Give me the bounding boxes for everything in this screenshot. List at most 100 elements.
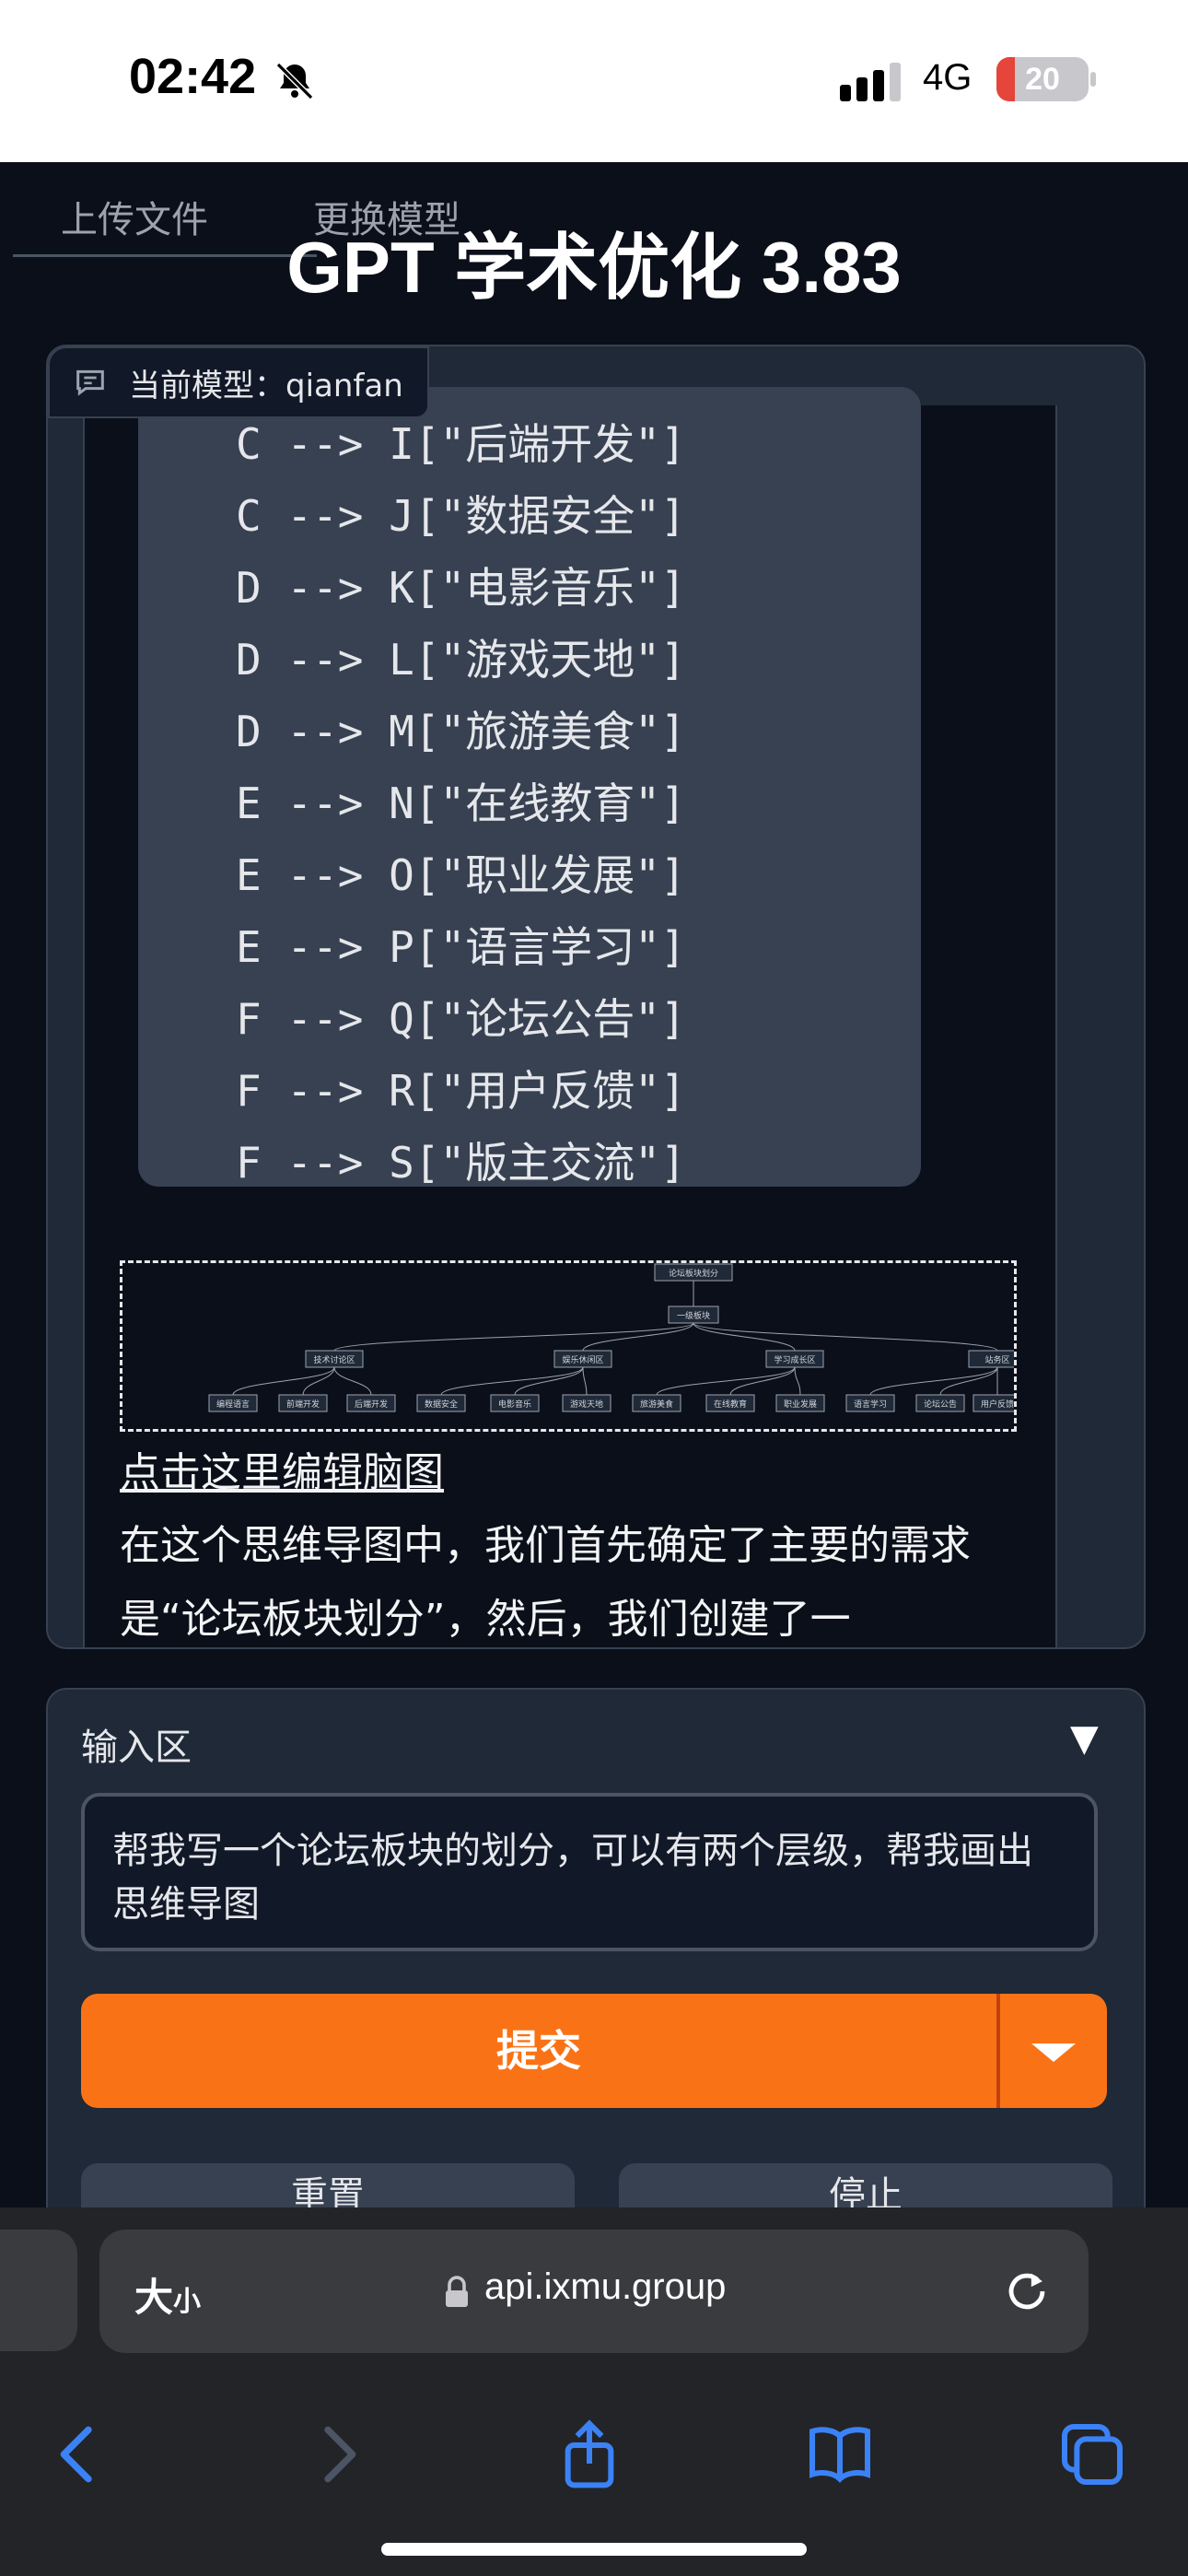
message-paragraph: 在这个思维导图中，我们首先确定了主要的需求是“论坛板块划分”，然后，我们创建了一 xyxy=(120,1522,971,1643)
submit-dropdown[interactable] xyxy=(1000,1994,1107,2108)
svg-text:前端开发: 前端开发 xyxy=(286,1399,320,1410)
svg-text:学习成长区: 学习成长区 xyxy=(774,1354,815,1365)
svg-text:编程语言: 编程语言 xyxy=(216,1399,250,1410)
edit-mindmap-link[interactable]: 点击这里编辑脑图 xyxy=(120,1439,444,1498)
mindmap-link xyxy=(693,1322,796,1352)
app-main: 上传文件 更换模型 GPT 学术优化 3.83 当前模型：qianfan C -… xyxy=(0,162,1188,2244)
chevron-down-icon xyxy=(1031,2043,1076,2062)
text-size-small: 小 xyxy=(173,2286,202,2318)
bell-slash-icon xyxy=(275,62,314,100)
mindmap-graph: 论坛板块划分一级板块技术讨论区 娱乐休闲区 学习成长区 站务区编程语言 前端开发 后端开发… xyxy=(208,1263,1027,1412)
mindmap-leaf-node: 用户反馈 xyxy=(973,1394,1022,1412)
mindmap-group-node: 站务区 xyxy=(968,1350,1027,1368)
home-indicator xyxy=(381,2543,807,2556)
code-line: E --> N["在线教育"] xyxy=(236,779,686,828)
mindmap-level1-node: 一级板块 xyxy=(668,1306,719,1324)
svg-text:职业发展: 职业发展 xyxy=(784,1399,817,1410)
browser-nav xyxy=(0,2418,1188,2500)
network-type: 4G xyxy=(923,57,973,98)
mindmap-link xyxy=(582,1322,694,1352)
svg-text:旅游美食: 旅游美食 xyxy=(640,1399,673,1410)
submit-label: 提交 xyxy=(496,2026,581,2076)
code-line: D --> K["电影音乐"] xyxy=(236,563,686,613)
mindmap-leaf-node: 后端开发 xyxy=(346,1394,396,1412)
bot-message: C --> I["后端开发"] C --> J["数据安全"] D --> K["电… xyxy=(83,387,1057,1647)
mindmap-link xyxy=(333,1366,372,1396)
text-size-button[interactable]: 大小 xyxy=(134,2266,201,2323)
code-line: D --> L["游戏天地"] xyxy=(236,635,686,685)
bookmarks-icon[interactable] xyxy=(803,2418,877,2491)
svg-text:电影音乐: 电影音乐 xyxy=(498,1399,531,1410)
mindmap-leaf-node: 前端开发 xyxy=(278,1394,328,1412)
chat-panel[interactable]: 当前模型：qianfan C --> I["后端开发"] C --> J["数据安… xyxy=(46,345,1146,1649)
forward-icon[interactable] xyxy=(300,2418,374,2491)
battery-icon: 20 xyxy=(996,57,1089,101)
mindmap-leaf-node: 编程语言 xyxy=(208,1394,258,1412)
svg-text:一级板块: 一级板块 xyxy=(677,1310,710,1321)
chat-bubble-icon xyxy=(76,369,104,396)
mindmap-link xyxy=(869,1366,998,1396)
prompt-input[interactable]: 帮我写一个论坛板块的划分，可以有两个层级，帮我画出思维导图 xyxy=(81,1793,1098,1951)
code-block: C --> I["后端开发"] C --> J["数据安全"] D --> K["电… xyxy=(138,387,921,1188)
mindmap-link xyxy=(794,1366,801,1396)
mindmap-leaf-node: 旅游美食 xyxy=(632,1394,681,1412)
svg-text:语言学习: 语言学习 xyxy=(854,1399,887,1410)
mindmap-group-node: 娱乐休闲区 xyxy=(553,1350,612,1368)
mindmap-link xyxy=(729,1366,796,1396)
tabs-icon[interactable] xyxy=(1055,2418,1129,2491)
mindmap-link xyxy=(693,1322,998,1352)
mindmap-leaf-node: 在线教育 xyxy=(705,1394,755,1412)
battery-level: 20 xyxy=(1025,62,1060,97)
text-size-large: 大 xyxy=(134,2275,174,2320)
svg-text:技术讨论区: 技术讨论区 xyxy=(313,1354,355,1365)
svg-text:论坛板块划分: 论坛板块划分 xyxy=(669,1268,718,1279)
svg-text:论坛公告: 论坛公告 xyxy=(924,1399,957,1410)
mindmap-link xyxy=(302,1366,335,1396)
reload-icon[interactable] xyxy=(1000,2265,1054,2318)
status-time: 02:42 xyxy=(129,49,257,104)
mindmap-link xyxy=(514,1366,584,1396)
svg-text:游戏天地: 游戏天地 xyxy=(570,1399,603,1410)
code-line: E --> P["语言学习"] xyxy=(236,922,686,972)
browser-toolbar: 大小 api.ixmu.group xyxy=(0,2207,1188,2576)
address-bar[interactable]: 大小 api.ixmu.group xyxy=(99,2230,1089,2353)
submit-button[interactable]: 提交 xyxy=(81,1994,1107,2108)
collapse-toggle[interactable]: ▼ xyxy=(1070,1717,1099,1760)
mindmap-link xyxy=(656,1366,796,1396)
mindmap-leaf-node: 职业发展 xyxy=(775,1394,825,1412)
mindmap-link xyxy=(440,1366,584,1396)
page-title: GPT 学术优化 3.83 xyxy=(286,227,902,308)
svg-text:在线教育: 在线教育 xyxy=(714,1399,747,1410)
mindmap-leaf-node: 电影音乐 xyxy=(490,1394,540,1412)
svg-text:数据安全: 数据安全 xyxy=(425,1399,458,1410)
code-line: C --> I["后端开发"] xyxy=(236,419,686,469)
model-label-text: 当前模型：qianfan xyxy=(129,367,403,404)
mindmap-leaf-node: 论坛公告 xyxy=(915,1394,965,1412)
mindmap-leaf-node: 游戏天地 xyxy=(562,1394,611,1412)
share-icon[interactable] xyxy=(553,2418,626,2491)
model-label: 当前模型：qianfan xyxy=(48,346,429,418)
code-line: C --> J["数据安全"] xyxy=(236,491,686,541)
url-text: api.ixmu.group xyxy=(484,2266,727,2307)
svg-text:用户反馈: 用户反馈 xyxy=(981,1399,1014,1410)
signal-icon xyxy=(840,63,901,101)
status-bar: 02:42 4G 20 xyxy=(0,0,1188,162)
code-line: F --> S["版主交流"] xyxy=(236,1138,686,1188)
mindmap-link xyxy=(939,1366,998,1396)
mindmap-preview[interactable]: 论坛板块划分 一级板块技术讨论区 娱乐休闲区 学习成长区 站务区编程语言 前端开发 后端开发… xyxy=(120,1260,1027,1432)
mindmap-link xyxy=(582,1366,588,1396)
input-panel: 输入区 ▼ 帮我写一个论坛板块的划分，可以有两个层级，帮我画出思维导图 提交 重… xyxy=(46,1688,1146,2244)
previous-tab-preview[interactable] xyxy=(0,2230,77,2351)
back-icon[interactable] xyxy=(42,2418,116,2491)
mindmap-leaf-node: 数据安全 xyxy=(416,1394,466,1412)
code-line: F --> R["用户反馈"] xyxy=(236,1066,686,1116)
code-line: D --> M["旅游美食"] xyxy=(236,707,686,756)
svg-text:站务区: 站务区 xyxy=(984,1354,1009,1365)
code-line: F --> Q["论坛公告"] xyxy=(236,994,686,1044)
code-line: E --> O["职业发展"] xyxy=(236,850,686,900)
battery-cap xyxy=(1090,72,1096,87)
svg-text:后端开发: 后端开发 xyxy=(355,1399,388,1410)
mindmap-root-node: 论坛板块划分 xyxy=(654,1263,733,1282)
svg-text:娱乐休闲区: 娱乐休闲区 xyxy=(562,1354,603,1365)
lock-icon xyxy=(446,2276,468,2307)
